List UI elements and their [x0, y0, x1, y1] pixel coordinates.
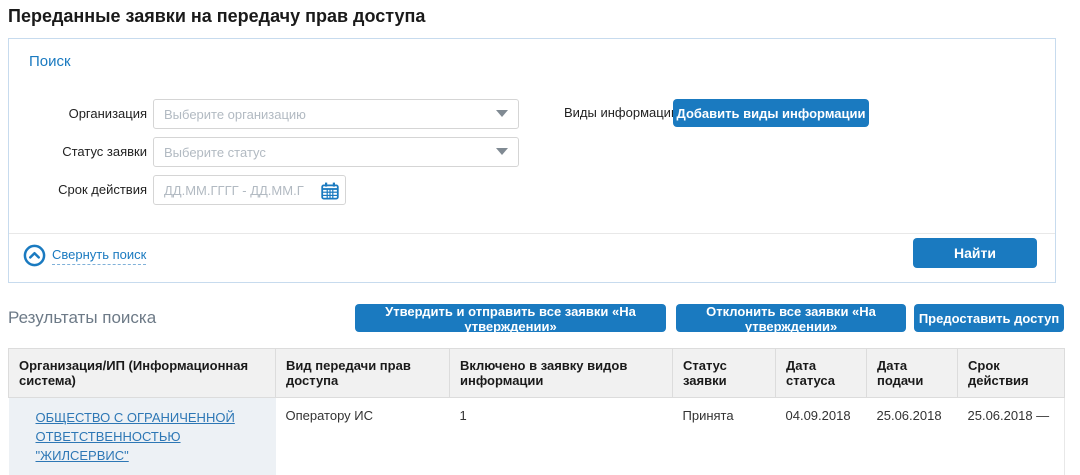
info-types-label: Виды информации: [564, 99, 678, 127]
chevron-down-icon: [496, 148, 508, 155]
results-table: Организация/ИП (Информационная система) …: [8, 348, 1065, 475]
collapse-search-label: Свернуть поиск: [52, 247, 146, 265]
find-button[interactable]: Найти: [913, 238, 1037, 268]
results-title: Результаты поиска: [8, 308, 156, 328]
cell-organization: ОБЩЕСТВО С ОГРАНИЧЕННОЙ ОТВЕТСТВЕННОСТЬЮ…: [9, 398, 276, 475]
cell-submit-date: 25.06.2018: [867, 398, 958, 475]
chevron-down-icon: [496, 110, 508, 117]
status-placeholder: Выберите статус: [164, 145, 266, 160]
chevron-up-circle-icon: [23, 244, 46, 267]
header-status-date: Дата статуса: [776, 349, 867, 398]
cell-validity: 25.06.2018 —: [958, 398, 1065, 475]
header-info-count: Включено в заявку видов информации: [450, 349, 673, 398]
table-header-row: Организация/ИП (Информационная система) …: [9, 349, 1065, 398]
collapse-search[interactable]: Свернуть поиск: [23, 244, 146, 267]
calendar-icon[interactable]: [321, 182, 339, 200]
validity-field: [153, 175, 346, 205]
organization-row: Организация Выберите организацию: [9, 99, 1055, 129]
decline-all-button[interactable]: Отклонить все заявки «На утверждении»: [676, 304, 906, 332]
status-label: Статус заявки: [9, 137, 147, 167]
header-validity: Срок действия: [958, 349, 1065, 398]
validity-label: Срок действия: [9, 175, 147, 205]
organization-placeholder: Выберите организацию: [164, 107, 306, 122]
search-panel: Поиск Организация Выберите организацию С…: [8, 38, 1056, 283]
validity-row: Срок действия: [9, 175, 1055, 205]
page-title: Переданные заявки на передачу прав досту…: [8, 6, 425, 27]
status-row: Статус заявки Выберите статус: [9, 137, 1055, 167]
validity-range-input[interactable]: [154, 183, 304, 198]
table-row: ОБЩЕСТВО С ОГРАНИЧЕННОЙ ОТВЕТСТВЕННОСТЬЮ…: [9, 398, 1065, 475]
grant-access-button[interactable]: Предоставить доступ: [914, 304, 1064, 332]
status-select[interactable]: Выберите статус: [153, 137, 519, 167]
organization-label: Организация: [9, 99, 147, 129]
header-submit-date: Дата подачи: [867, 349, 958, 398]
cell-status-date: 04.09.2018: [776, 398, 867, 475]
search-section-title: Поиск: [29, 53, 71, 70]
cell-info-count: 1: [450, 398, 673, 475]
add-info-types-button[interactable]: Добавить виды информации: [673, 99, 869, 127]
approve-all-button[interactable]: Утвердить и отправить все заявки «На утв…: [355, 304, 666, 332]
header-transfer-type: Вид передачи прав доступа: [276, 349, 450, 398]
header-organization: Организация/ИП (Информационная система): [9, 349, 276, 398]
organization-select[interactable]: Выберите организацию: [153, 99, 519, 129]
cell-status: Принята: [673, 398, 776, 475]
cell-transfer-type: Оператору ИС: [276, 398, 450, 475]
header-status: Статус заявки: [673, 349, 776, 398]
panel-divider: [9, 233, 1055, 234]
